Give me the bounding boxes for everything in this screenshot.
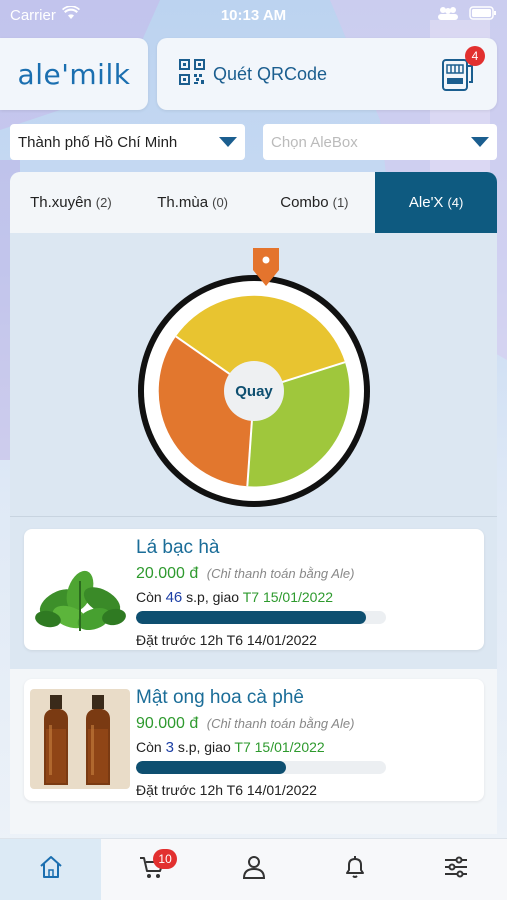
order-deadline: Đặt trước 12h T6 14/01/2022 <box>136 782 317 798</box>
category-tabs: Th.xuyên (2) Th.mùa (0) Combo (1) Ale'X … <box>10 172 497 233</box>
bottom-nav: 10 <box>0 838 507 900</box>
product-card[interactable]: Mật ong hoa cà phê 90.000 đ (Chỉ thanh t… <box>24 679 484 801</box>
tab-count: (0) <box>212 195 228 210</box>
nav-notifications[interactable] <box>304 839 405 900</box>
product-price: 20.000 đ <box>136 565 199 582</box>
product-name: Lá bạc hà <box>136 537 220 558</box>
qr-code-icon <box>179 58 205 90</box>
stock-progress-fill <box>136 611 366 624</box>
tab-count: (1) <box>332 195 349 210</box>
stock-progress-bar <box>136 761 386 774</box>
delivery-date: T7 15/01/2022 <box>242 589 334 605</box>
vending-machine-icon <box>441 59 475 96</box>
chevron-down-icon <box>219 137 237 147</box>
delivery-date: T7 15/01/2022 <box>234 739 325 755</box>
bell-icon <box>342 854 368 885</box>
stock-prefix: Còn <box>136 589 162 605</box>
tab-regular[interactable]: Th.xuyên (2) <box>10 172 132 233</box>
stock-count: 3 <box>165 739 174 756</box>
tab-count: (4) <box>447 195 464 210</box>
carrier-label: Carrier <box>10 6 56 24</box>
product-price: 90.000 đ <box>136 715 199 732</box>
nav-home[interactable] <box>0 839 102 900</box>
price-note: (Chỉ thanh toán bằng Ale) <box>206 566 355 581</box>
tab-label: Ale'X <box>408 194 444 211</box>
city-select[interactable]: Thành phố Hồ Chí Minh <box>10 124 245 160</box>
product-panel: Th.xuyên (2) Th.mùa (0) Combo (1) Ale'X … <box>10 172 497 669</box>
product-name: Mật ong hoa cà phê <box>136 687 304 708</box>
stock-prefix: Còn <box>136 739 162 755</box>
tab-label: Th.xuyên <box>30 194 92 211</box>
stock-progress-bar <box>136 611 386 624</box>
tab-label: Th.mùa <box>157 194 209 211</box>
qr-scan-card[interactable]: Quét QRCode 4 <box>157 38 497 110</box>
mint-leaf-image <box>30 551 130 651</box>
nav-settings[interactable] <box>406 839 507 900</box>
alebox-select-placeholder: Chọn AleBox <box>271 133 358 151</box>
chevron-down-icon <box>471 137 489 147</box>
user-icon <box>241 854 267 885</box>
price-note: (Chỉ thanh toán bằng Ale) <box>206 716 355 731</box>
cart-badge: 10 <box>153 849 177 869</box>
alemilk-logo: ale'milk <box>17 57 131 91</box>
product-list-continued: Mật ong hoa cà phê 90.000 đ (Chỉ thanh t… <box>10 669 497 834</box>
alebox-machine-button[interactable]: 4 <box>441 46 485 92</box>
logo-card[interactable]: ale'milk <box>0 38 148 110</box>
stock-suffix: s.p, giao <box>186 589 240 605</box>
spin-button-label[interactable]: Quay <box>224 383 284 400</box>
wifi-icon <box>61 5 80 24</box>
product-card[interactable]: Lá bạc hà 20.000 đ (Chỉ thanh toán bằng … <box>24 529 484 650</box>
tab-alex[interactable]: Ale'X (4) <box>375 172 497 233</box>
battery-icon <box>469 6 497 24</box>
people-icon <box>437 6 459 24</box>
honey-bottles-image <box>30 689 130 789</box>
tab-combo[interactable]: Combo (1) <box>254 172 376 233</box>
stock-suffix: s.p, giao <box>177 739 231 755</box>
qr-scan-label: Quét QRCode <box>213 63 328 84</box>
status-bar: Carrier 10:13 AM <box>0 0 507 30</box>
machine-badge: 4 <box>465 46 485 66</box>
alebox-select[interactable]: Chọn AleBox <box>263 124 497 160</box>
tab-label: Combo <box>280 194 329 211</box>
tab-seasonal[interactable]: Th.mùa (0) <box>132 172 254 233</box>
city-select-value: Thành phố Hồ Chí Minh <box>18 133 178 151</box>
stock-progress-fill <box>136 761 286 774</box>
stock-count: 46 <box>165 589 183 606</box>
nav-profile[interactable] <box>203 839 304 900</box>
home-icon <box>38 854 64 885</box>
tab-count: (2) <box>95 195 112 210</box>
lucky-wheel[interactable]: Quay <box>10 233 497 517</box>
sliders-icon <box>443 854 469 885</box>
nav-cart[interactable]: 10 <box>101 839 202 900</box>
order-deadline: Đặt trước 12h T6 14/01/2022 <box>136 632 317 648</box>
divider <box>10 516 497 517</box>
